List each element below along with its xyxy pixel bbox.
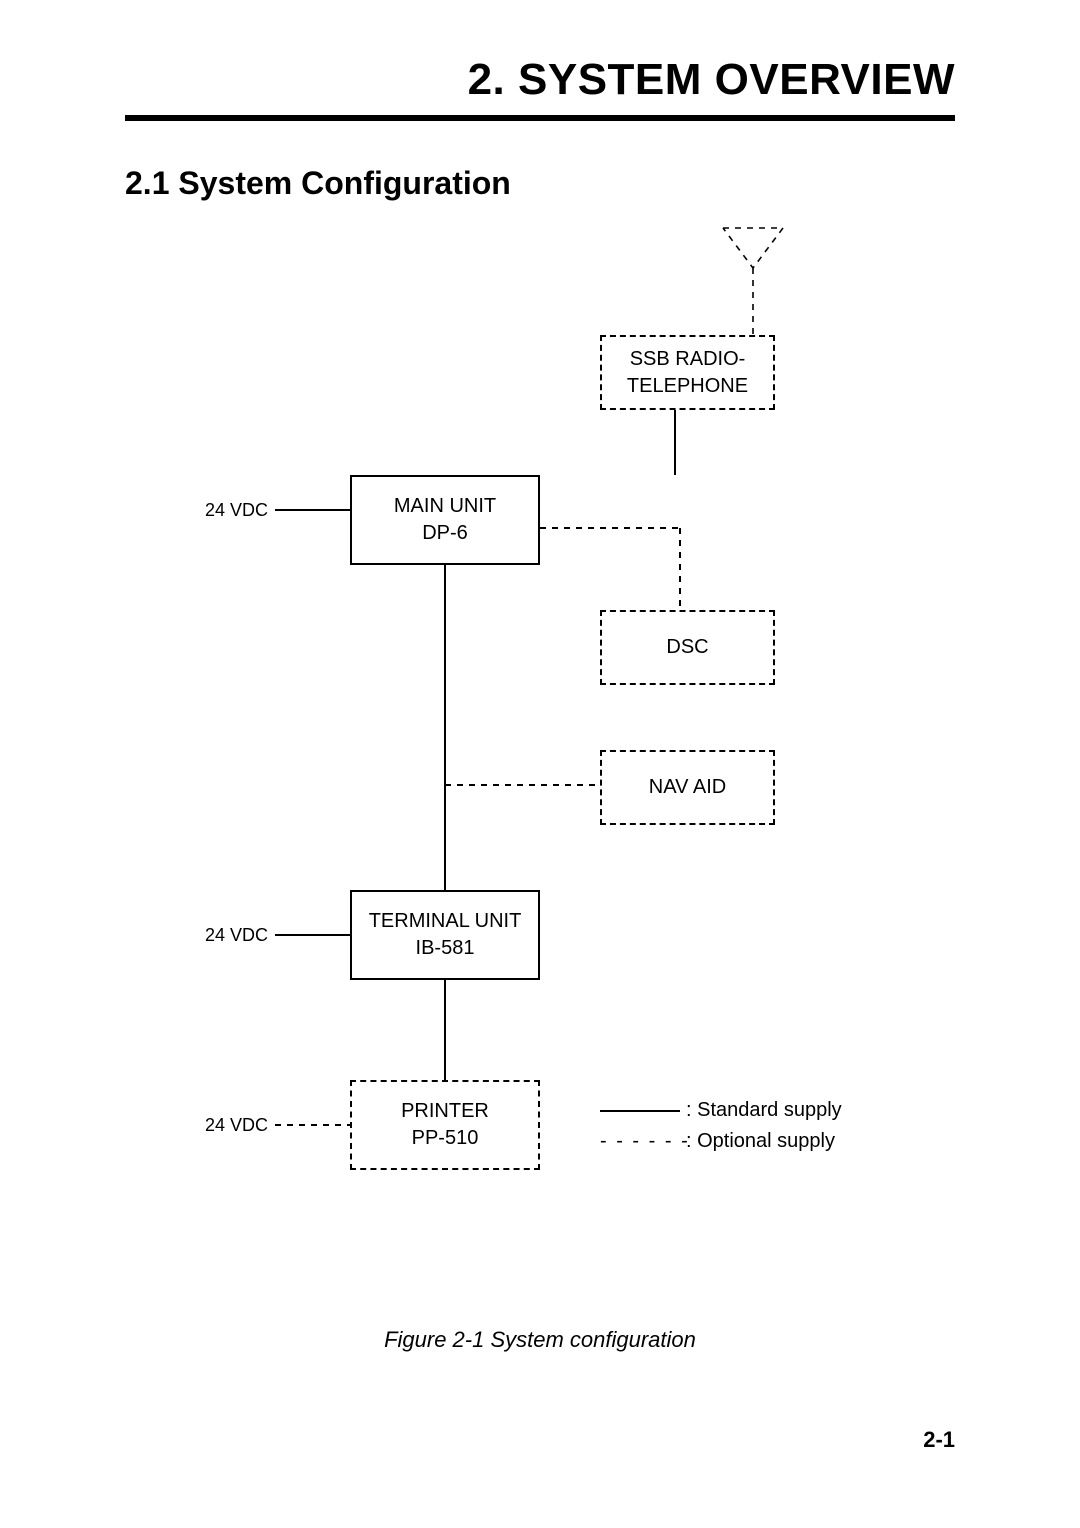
section-heading: 2.1 System Configuration <box>125 165 511 202</box>
ssb-radiotelephone-box: SSB RADIO- TELEPHONE <box>600 335 775 410</box>
legend-solid-line <box>600 1110 680 1112</box>
legend: : Standard supply - - - - - - : Optional … <box>600 1095 842 1157</box>
legend-dashed-line: - - - - - - <box>600 1126 680 1157</box>
main-unit-label: MAIN UNIT DP-6 <box>394 493 496 547</box>
nav-aid-label: NAV AID <box>649 774 726 801</box>
dsc-box: DSC <box>600 610 775 685</box>
power-label-printer: 24 VDC <box>205 1115 268 1136</box>
figure-caption: Figure 2-1 System configuration <box>0 1327 1080 1353</box>
main-unit-box: MAIN UNIT DP-6 <box>350 475 540 565</box>
chapter-title: 2. SYSTEM OVERVIEW <box>468 55 955 105</box>
ssb-label: SSB RADIO- TELEPHONE <box>627 346 748 400</box>
legend-optional-text: : Optional supply <box>686 1130 835 1152</box>
title-rule <box>125 115 955 121</box>
terminal-unit-box: TERMINAL UNIT IB-581 <box>350 890 540 980</box>
page: 2. SYSTEM OVERVIEW 2.1 System Configurat… <box>0 0 1080 1528</box>
legend-optional: - - - - - - : Optional supply <box>600 1126 842 1157</box>
legend-standard: : Standard supply <box>600 1095 842 1126</box>
page-number: 2-1 <box>923 1427 955 1453</box>
power-label-main: 24 VDC <box>205 500 268 521</box>
printer-label: PRINTER PP-510 <box>401 1098 489 1152</box>
printer-box: PRINTER PP-510 <box>350 1080 540 1170</box>
legend-standard-text: : Standard supply <box>686 1099 842 1121</box>
power-label-terminal: 24 VDC <box>205 925 268 946</box>
nav-aid-box: NAV AID <box>600 750 775 825</box>
dsc-label: DSC <box>666 634 708 661</box>
terminal-unit-label: TERMINAL UNIT IB-581 <box>369 908 522 962</box>
system-diagram: SSB RADIO- TELEPHONE MAIN UNIT DP-6 DSC … <box>125 210 955 1310</box>
